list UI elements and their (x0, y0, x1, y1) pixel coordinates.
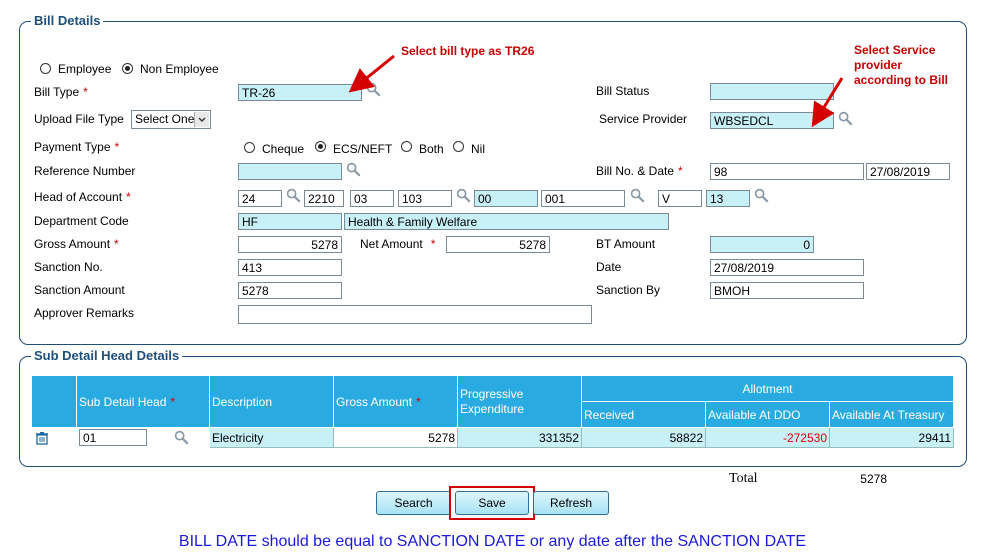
header-available-ddo: Available At DDO (705, 401, 830, 428)
gross-amount-cell[interactable]: 5278 (333, 427, 458, 448)
bill-type-arrow (348, 54, 395, 93)
gross-amount-label: Gross Amount * (34, 237, 119, 251)
sub-detail-search-icon[interactable] (174, 430, 189, 445)
total-label: Total (729, 471, 758, 486)
refresh-button[interactable]: Refresh (533, 491, 609, 515)
gross-amount-input[interactable]: 5278 (238, 236, 342, 253)
department-name-input[interactable]: Health & Family Welfare (344, 213, 669, 230)
header-sub-detail-head: Sub Detail Head * (76, 375, 210, 428)
net-amount-label: Net Amount * (360, 237, 436, 251)
trash-icon[interactable] (35, 431, 49, 445)
sanction-by-input[interactable]: BMOH (710, 282, 864, 299)
table-row: 01 Electricity 5278 331352 58822 -272530… (31, 427, 954, 448)
net-amount-input[interactable]: 5278 (446, 236, 550, 253)
bt-amount-input[interactable]: 0 (710, 236, 814, 253)
sanction-date-label: Date (596, 260, 622, 274)
progressive-expenditure-cell: 331352 (457, 427, 582, 448)
sub-detail-table: Sub Detail Head * Description Gross Amoun… (31, 375, 954, 448)
available-treasury-cell: 29411 (829, 427, 954, 448)
sub-detail-legend: Sub Detail Head Details (31, 348, 183, 363)
sanction-amount-label: Sanction Amount (34, 283, 125, 297)
received-cell: 58822 (581, 427, 706, 448)
header-gross-amount: Gross Amount * (333, 375, 458, 428)
header-blank (31, 375, 77, 428)
department-code-label: Department Code (34, 214, 129, 228)
department-code-input[interactable]: HF (238, 213, 342, 230)
annotation-arrows (348, 54, 844, 128)
header-received: Received (581, 401, 706, 428)
description-cell: Electricity (209, 427, 334, 448)
sanction-no-input[interactable]: 413 (238, 259, 342, 276)
service-provider-arrow (811, 77, 844, 128)
footer-message: BILL DATE should be equal to SANCTION DA… (178, 533, 807, 550)
bt-amount-label: BT Amount (596, 237, 656, 251)
sanction-amount-input[interactable]: 5278 (238, 282, 342, 299)
available-ddo-cell: -272530 (705, 427, 830, 448)
sanction-by-label: Sanction By (596, 283, 661, 297)
approver-remarks-label: Approver Remarks (34, 306, 135, 320)
sub-detail-head-input[interactable]: 01 (79, 429, 147, 446)
total-value: 5278 (860, 472, 887, 486)
sub-detail-head-cell: 01 (76, 427, 210, 448)
delete-cell (31, 427, 77, 448)
header-available-treasury: Available At Treasury (829, 401, 954, 428)
sanction-no-label: Sanction No. (34, 260, 103, 274)
approver-remarks-input[interactable] (238, 305, 592, 324)
sanction-date-input[interactable]: 27/08/2019 (710, 259, 864, 276)
header-description: Description (209, 375, 334, 428)
save-button[interactable]: Save (455, 491, 529, 515)
search-button[interactable]: Search (376, 491, 451, 515)
header-allotment: Allotment (581, 375, 954, 402)
header-progressive-expenditure: Progressive Expenditure (457, 375, 582, 428)
